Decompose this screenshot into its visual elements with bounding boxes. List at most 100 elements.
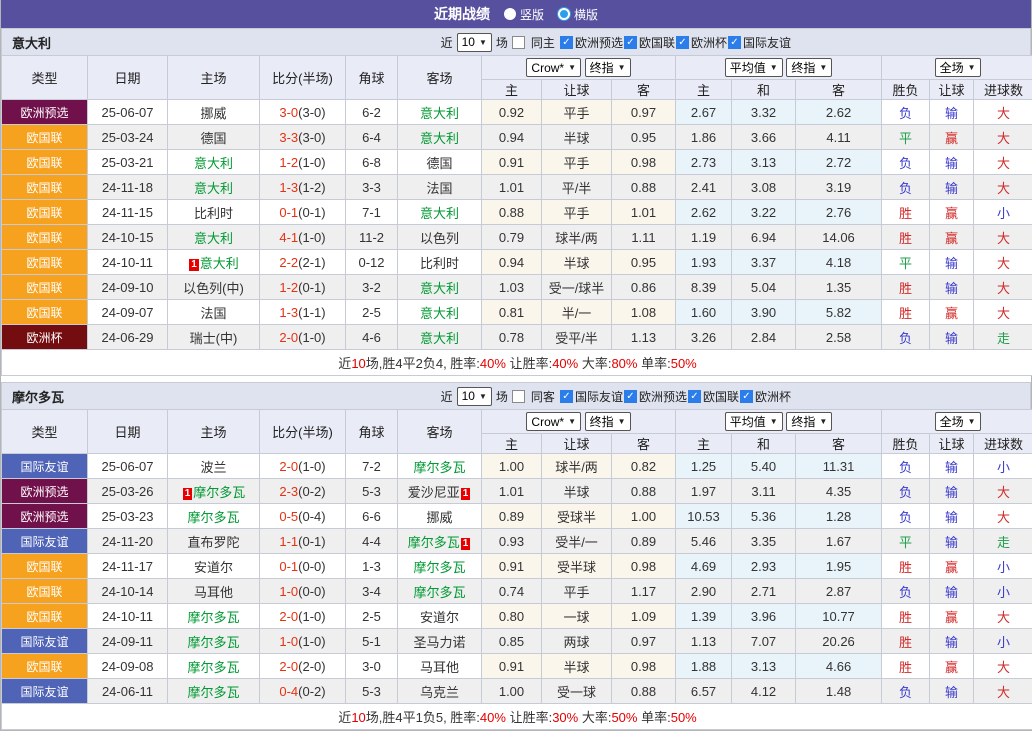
cell-avg-home: 1.25 bbox=[676, 454, 732, 479]
cell-home-team: 意大利 bbox=[168, 225, 260, 250]
cell-goals: 大 bbox=[974, 125, 1032, 150]
cell-avg-draw: 5.36 bbox=[732, 504, 796, 529]
cell-avg-home: 1.86 bbox=[676, 125, 732, 150]
cell-competition: 欧国联 bbox=[2, 200, 88, 225]
cell-date: 24-11-18 bbox=[88, 175, 168, 200]
cell-goals: 大 bbox=[974, 300, 1032, 325]
cell-odds-home: 0.89 bbox=[482, 504, 542, 529]
cell-odds-home: 1.00 bbox=[482, 679, 542, 704]
cell-odds-away: 1.11 bbox=[612, 225, 676, 250]
summary-segment: 50% bbox=[671, 710, 697, 725]
cell-avg-away: 1.67 bbox=[796, 529, 882, 554]
vertical-layout-radio[interactable]: 竖版 bbox=[504, 6, 544, 23]
cell-away-team: 意大利 bbox=[398, 200, 482, 225]
bookmaker-select[interactable]: Crow*▼ bbox=[526, 58, 581, 77]
competition-checkbox[interactable]: ✓ bbox=[676, 36, 689, 49]
cell-handicap-result: 输 bbox=[930, 250, 974, 275]
cell-score: 2-0(1-0) bbox=[260, 325, 346, 350]
bookmaker-select[interactable]: Crow*▼ bbox=[526, 412, 581, 431]
cell-avg-home: 2.67 bbox=[676, 100, 732, 125]
cell-away-team: 马耳他 bbox=[398, 654, 482, 679]
horizontal-layout-radio[interactable]: 横版 bbox=[558, 6, 598, 23]
cell-avg-draw: 3.37 bbox=[732, 250, 796, 275]
radio-icon[interactable] bbox=[504, 8, 516, 20]
competition-checkbox[interactable]: ✓ bbox=[688, 390, 701, 403]
cell-date: 24-10-11 bbox=[88, 250, 168, 275]
summary-text: 近10场,胜4平1负5, 胜率:40% 让胜率:30% 大率:50% 单率:50… bbox=[2, 704, 1032, 730]
cell-corners: 3-2 bbox=[346, 275, 398, 300]
col-header-date: 日期 bbox=[88, 410, 168, 454]
cell-odds-home: 1.01 bbox=[482, 175, 542, 200]
competition-checkbox[interactable]: ✓ bbox=[728, 36, 741, 49]
competition-filter-group: ✓国际友谊✓欧洲预选✓欧国联✓欧洲杯 bbox=[560, 388, 792, 405]
cell-away-team: 意大利 bbox=[398, 100, 482, 125]
competition-checkbox[interactable]: ✓ bbox=[624, 36, 637, 49]
summary-segment: 大率: bbox=[578, 356, 611, 371]
col-header-away: 客场 bbox=[398, 410, 482, 454]
cell-result: 胜 bbox=[882, 604, 930, 629]
summary-segment: 让胜率: bbox=[506, 710, 552, 725]
cell-avg-home: 6.57 bbox=[676, 679, 732, 704]
sub-header-handicap-result: 让球 bbox=[930, 434, 974, 454]
cell-odds-home: 0.94 bbox=[482, 125, 542, 150]
cell-avg-away: 4.35 bbox=[796, 479, 882, 504]
cell-odds-away: 1.17 bbox=[612, 579, 676, 604]
cell-result: 负 bbox=[882, 100, 930, 125]
cell-avg-home: 1.60 bbox=[676, 300, 732, 325]
cell-result: 负 bbox=[882, 325, 930, 350]
cell-odds-home: 1.03 bbox=[482, 275, 542, 300]
cell-odds-home: 0.81 bbox=[482, 300, 542, 325]
cell-home-team: 摩尔多瓦 bbox=[168, 504, 260, 529]
summary-segment: 场,胜4平1负5, 胜率: bbox=[366, 710, 480, 725]
cell-competition: 欧国联 bbox=[2, 554, 88, 579]
chevron-down-icon: ▼ bbox=[819, 63, 827, 72]
cell-handicap-result: 输 bbox=[930, 175, 974, 200]
same-venue-checkbox[interactable] bbox=[512, 36, 525, 49]
final-odds-select[interactable]: 终指▼ bbox=[585, 412, 631, 431]
cell-avg-away: 11.31 bbox=[796, 454, 882, 479]
cell-avg-draw: 3.35 bbox=[732, 529, 796, 554]
cell-handicap: 球半/两 bbox=[542, 225, 612, 250]
competition-checkbox[interactable]: ✓ bbox=[624, 390, 637, 403]
cell-away-team: 法国 bbox=[398, 175, 482, 200]
cell-result: 胜 bbox=[882, 200, 930, 225]
cell-avg-away: 3.19 bbox=[796, 175, 882, 200]
cell-odds-away: 1.01 bbox=[612, 200, 676, 225]
cell-corners: 3-3 bbox=[346, 175, 398, 200]
cell-avg-away: 2.58 bbox=[796, 325, 882, 350]
competition-checkbox[interactable]: ✓ bbox=[740, 390, 753, 403]
recent-count-select[interactable]: 10 ▼ bbox=[457, 387, 492, 406]
scope-select[interactable]: 全场▼ bbox=[935, 58, 981, 77]
cell-date: 24-06-29 bbox=[88, 325, 168, 350]
final-odds-select-2[interactable]: 终指▼ bbox=[786, 58, 832, 77]
cell-avg-draw: 3.90 bbox=[732, 300, 796, 325]
average-select[interactable]: 平均值▼ bbox=[725, 58, 783, 77]
cell-avg-draw: 3.66 bbox=[732, 125, 796, 150]
cell-result: 负 bbox=[882, 454, 930, 479]
cell-goals: 大 bbox=[974, 679, 1032, 704]
same-venue-checkbox[interactable] bbox=[512, 390, 525, 403]
scope-select[interactable]: 全场▼ bbox=[935, 412, 981, 431]
sub-header-odds-home: 主 bbox=[482, 434, 542, 454]
cell-away-team: 安道尔 bbox=[398, 604, 482, 629]
competition-checkbox[interactable]: ✓ bbox=[560, 36, 573, 49]
summary-segment: 单率: bbox=[637, 710, 670, 725]
recent-count-select[interactable]: 10 ▼ bbox=[457, 33, 492, 52]
radio-icon[interactable] bbox=[558, 8, 570, 20]
cell-avg-away: 10.77 bbox=[796, 604, 882, 629]
final-odds-select[interactable]: 终指▼ bbox=[585, 58, 631, 77]
average-select[interactable]: 平均值▼ bbox=[725, 412, 783, 431]
competition-label: 欧洲预选 bbox=[575, 34, 623, 51]
cell-handicap-result: 输 bbox=[930, 679, 974, 704]
cell-competition: 欧国联 bbox=[2, 579, 88, 604]
col-header-away: 客场 bbox=[398, 56, 482, 100]
cell-odds-away: 1.00 bbox=[612, 504, 676, 529]
final-odds-select-2[interactable]: 终指▼ bbox=[786, 412, 832, 431]
match-row: 欧国联24-10-14马耳他1-0(0-0)3-4摩尔多瓦0.74平手1.172… bbox=[2, 579, 1032, 604]
cell-date: 24-10-15 bbox=[88, 225, 168, 250]
cell-odds-away: 0.98 bbox=[612, 150, 676, 175]
chevron-down-icon: ▼ bbox=[968, 417, 976, 426]
cell-away-team: 摩尔多瓦1 bbox=[398, 529, 482, 554]
col-header-home: 主场 bbox=[168, 56, 260, 100]
competition-checkbox[interactable]: ✓ bbox=[560, 390, 573, 403]
